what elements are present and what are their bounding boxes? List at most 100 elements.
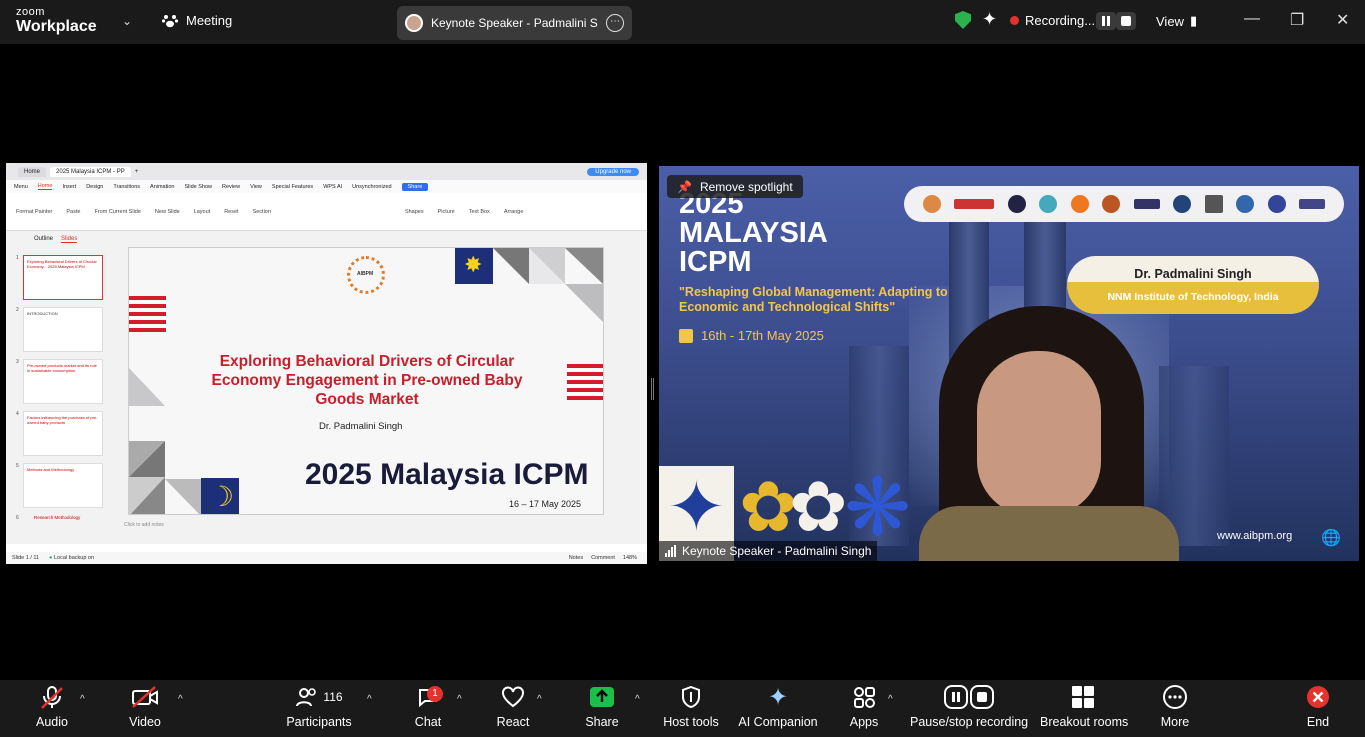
apps-caret-icon[interactable]: ^ — [888, 694, 893, 705]
more-icon — [1163, 685, 1187, 709]
restore-icon[interactable]: ❐ — [1290, 10, 1304, 30]
menu-item-home[interactable]: Home — [37, 183, 53, 190]
format-painter-button[interactable]: Format Painter — [16, 209, 52, 215]
meeting-controls: Audio ^ Video ^ 116 Participants ^ 1 Cha… — [0, 680, 1365, 737]
recording-indicator: Recording... — [1010, 13, 1095, 28]
end-meeting-button[interactable]: End — [1300, 680, 1336, 737]
meeting-info-button[interactable]: Meeting — [162, 13, 232, 28]
picture-button[interactable]: Picture — [438, 209, 455, 215]
slide-thumbnail[interactable]: Pre-owned products market and its role i… — [23, 359, 103, 404]
wps-share-button[interactable]: Share — [401, 182, 429, 191]
share-screen-button[interactable]: Share — [582, 680, 622, 737]
slide-thumbnail[interactable]: INTRODUCTION — [23, 307, 103, 352]
video-options-caret-icon[interactable]: ^ — [178, 694, 183, 705]
audio-button[interactable]: Audio — [30, 680, 74, 737]
aibpm-logo: AIBPM — [347, 256, 385, 294]
host-tools-button[interactable]: Host tools — [660, 680, 722, 737]
menu-item-wps-ai[interactable]: WPS AI — [323, 184, 342, 190]
ai-companion-sparkle-icon[interactable]: ✦ — [982, 9, 997, 30]
video-off-icon — [132, 686, 158, 708]
remove-spotlight-button[interactable]: 📌 Remove spotlight — [667, 175, 803, 198]
speaker-institute: NNM Institute of Technology, India — [1107, 291, 1279, 303]
spotlight-video[interactable]: 2025 MALAYSIA ICPM "Reshaping Global Man… — [659, 166, 1359, 561]
slide-thumbnail-partial[interactable]: Research Methodology — [34, 515, 80, 520]
slide-thumbnail[interactable]: Methods and Methodology — [23, 463, 103, 508]
host-tools-label: Host tools — [663, 715, 719, 729]
tab-slides[interactable]: Slides — [61, 236, 78, 243]
recording-label: Recording... — [1025, 13, 1096, 28]
participants-caret-icon[interactable]: ^ — [367, 694, 372, 705]
audio-options-caret-icon[interactable]: ^ — [80, 694, 85, 705]
speaker-face — [977, 351, 1101, 516]
thumb-number: 4 — [16, 411, 19, 417]
section-button[interactable]: Section — [253, 209, 271, 215]
text-box-button[interactable]: Text Box — [469, 209, 490, 215]
chat-unread-badge: 1 — [427, 686, 443, 702]
arrange-button[interactable]: Arrange — [504, 209, 524, 215]
new-slide-button[interactable]: New Slide — [155, 209, 180, 215]
participants-icon — [296, 688, 317, 707]
from-current-slide-button[interactable]: From Current Slide — [94, 209, 140, 215]
view-button[interactable]: View ▮ — [1156, 13, 1197, 29]
add-tab-icon[interactable]: + — [135, 169, 139, 175]
slide-thumbnail[interactable]: Factors influencing the purchase of pre-… — [23, 411, 103, 456]
chat-button[interactable]: 1 Chat — [410, 680, 446, 737]
shared-screen[interactable]: Home 2025 Malaysia ICPM - PP + Upgrade n… — [6, 163, 647, 564]
react-caret-icon[interactable]: ^ — [537, 694, 542, 705]
malaysia-flag-canton: ✸ — [455, 248, 493, 284]
sync-status: Unsynchronized — [352, 183, 392, 190]
ai-sparkle-icon: ✦ — [767, 683, 789, 711]
menu-item-special[interactable]: Special Features — [272, 184, 313, 190]
apps-button[interactable]: Apps — [846, 680, 882, 737]
wps-tab-document[interactable]: 2025 Malaysia ICPM - PP — [50, 166, 131, 177]
tab-outline[interactable]: Outline — [34, 236, 53, 243]
chevron-down-icon[interactable]: ⌄ — [122, 14, 132, 28]
comment-toggle[interactable]: Comment — [591, 555, 615, 561]
react-button[interactable]: React — [494, 680, 532, 737]
chat-caret-icon[interactable]: ^ — [457, 694, 462, 705]
video-subtitle: "Reshaping Global Management: Adapting t… — [679, 285, 948, 314]
video-button[interactable]: Video — [124, 680, 166, 737]
close-icon[interactable]: ✕ — [1336, 10, 1349, 30]
upgrade-button[interactable]: Upgrade now — [587, 167, 639, 176]
participants-button[interactable]: 116 Participants — [284, 680, 354, 737]
menu-item-review[interactable]: Review — [222, 184, 240, 190]
menu-item-view[interactable]: View — [250, 184, 262, 190]
breakout-rooms-icon — [1072, 686, 1094, 708]
menu-item-design[interactable]: Design — [86, 184, 103, 190]
paste-button[interactable]: Paste — [66, 209, 80, 215]
notes-placeholder[interactable]: Click to add notes — [124, 522, 164, 528]
pause-recording-button[interactable] — [1096, 12, 1116, 30]
logo-icon — [954, 199, 995, 209]
pause-stop-recording-button[interactable]: Pause/stop recording — [910, 680, 1028, 737]
zoom-level[interactable]: 148% — [623, 555, 637, 561]
share-arrow-icon — [590, 687, 614, 707]
shapes-button[interactable]: Shapes — [405, 209, 424, 215]
audio-label: Audio — [36, 715, 68, 729]
layout-button[interactable]: Layout — [194, 209, 211, 215]
ai-companion-button[interactable]: ✦ AI Companion — [736, 680, 820, 737]
speaker-name: Keynote Speaker - Padmalini Singh — [431, 16, 598, 30]
split-view-divider[interactable] — [651, 378, 654, 400]
logo-icon — [1133, 199, 1160, 209]
more-button[interactable]: More — [1156, 680, 1194, 737]
menu-item-transitions[interactable]: Transitions — [113, 184, 140, 190]
reset-button[interactable]: Reset — [224, 209, 238, 215]
shield-icon — [682, 686, 700, 708]
notes-toggle[interactable]: Notes — [569, 555, 583, 561]
menu-item[interactable]: Menu — [14, 184, 28, 190]
slide-canvas[interactable]: AIBPM ✸ Exploring Behavioral Drivers of … — [128, 247, 604, 515]
speaker-name-plate: Dr. Padmalini Singh NNM Institute of Tec… — [1067, 256, 1319, 314]
slide-thumbnail[interactable]: Exploring Behavioral Drivers of Circular… — [23, 255, 103, 300]
stop-recording-button[interactable] — [1116, 12, 1136, 30]
wps-tab-home[interactable]: Home — [18, 166, 47, 177]
active-speaker-pill[interactable]: Keynote Speaker - Padmalini Singh ⋯ — [397, 6, 632, 40]
menu-item-insert[interactable]: Insert — [62, 184, 76, 190]
share-caret-icon[interactable]: ^ — [635, 694, 640, 705]
breakout-rooms-button[interactable]: Breakout rooms — [1040, 680, 1128, 737]
minimize-icon[interactable]: — — [1244, 10, 1260, 28]
encryption-shield-icon[interactable] — [955, 11, 971, 29]
more-options-icon[interactable]: ⋯ — [606, 14, 624, 32]
menu-item-animation[interactable]: Animation — [150, 184, 174, 190]
menu-item-slideshow[interactable]: Slide Show — [185, 184, 213, 190]
